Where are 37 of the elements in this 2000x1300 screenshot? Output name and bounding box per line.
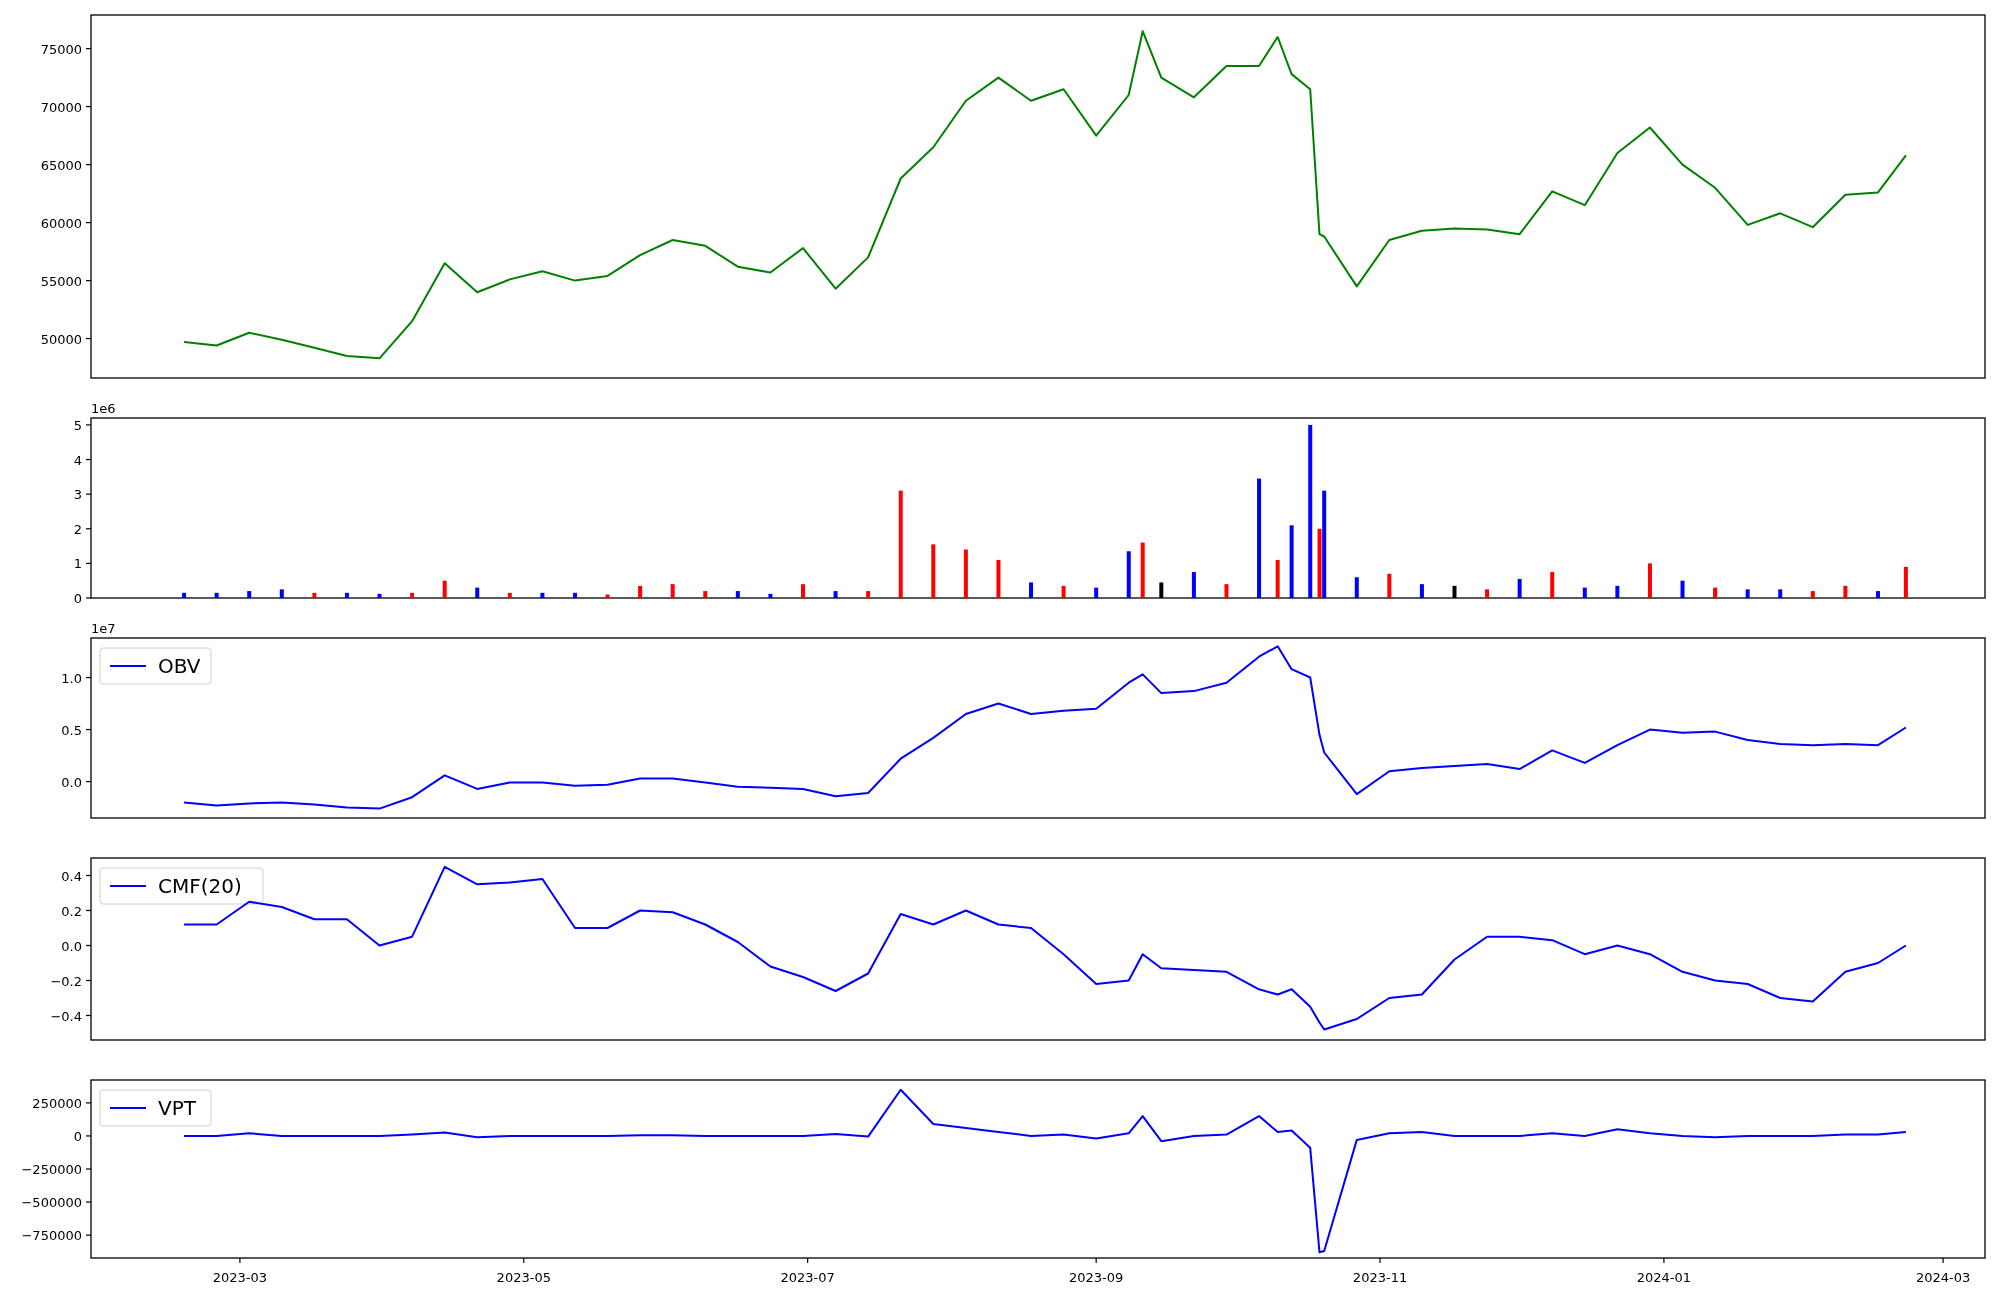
- tick-label: 2024-01: [1636, 1270, 1692, 1285]
- legend-label: OBV: [158, 654, 201, 678]
- tick-label: 3: [73, 487, 82, 503]
- axis-offset-label: 1e6: [91, 401, 116, 416]
- tick-label: 2023-09: [1069, 1270, 1124, 1285]
- tick-label: 2: [73, 521, 82, 537]
- tick-label: 0.0: [61, 938, 82, 954]
- tick-label: −250000: [21, 1162, 82, 1177]
- tick-label: 5: [73, 417, 82, 433]
- tick-label: 0.0: [61, 774, 82, 790]
- tick-label: 4: [73, 452, 82, 468]
- tick-label: 0: [73, 1128, 82, 1144]
- tick-label: 0: [73, 591, 82, 606]
- tick-label: 0.5: [61, 722, 82, 738]
- tick-label: 250000: [32, 1095, 82, 1111]
- tick-label: 65000: [40, 157, 82, 173]
- tick-label: 70000: [40, 99, 82, 115]
- tick-label: 60000: [40, 215, 82, 231]
- tick-label: 2023-11: [1352, 1270, 1408, 1285]
- tick-label: 0.2: [61, 903, 82, 919]
- tick-label: −750000: [21, 1228, 82, 1244]
- axis-offset-label: 1e7: [91, 621, 116, 636]
- legend-label: CMF(20): [158, 874, 242, 898]
- tick-label: 2023-03: [212, 1270, 268, 1285]
- tick-label: 0.4: [61, 868, 82, 884]
- tick-label: 55000: [40, 273, 82, 289]
- tick-label: 1.0: [61, 670, 82, 686]
- tick-label: 50000: [40, 331, 82, 347]
- tick-label: −0.4: [50, 1008, 82, 1024]
- tick-label: 1: [73, 556, 82, 572]
- tick-label: −500000: [21, 1195, 82, 1211]
- tick-label: 2023-07: [780, 1270, 835, 1285]
- tick-label: 2024-03: [1915, 1270, 1971, 1285]
- tick-label: 75000: [40, 41, 82, 57]
- tick-label: 2023-05: [496, 1270, 551, 1285]
- tick-label: −0.2: [50, 973, 82, 989]
- legend-label: VPT: [158, 1096, 196, 1120]
